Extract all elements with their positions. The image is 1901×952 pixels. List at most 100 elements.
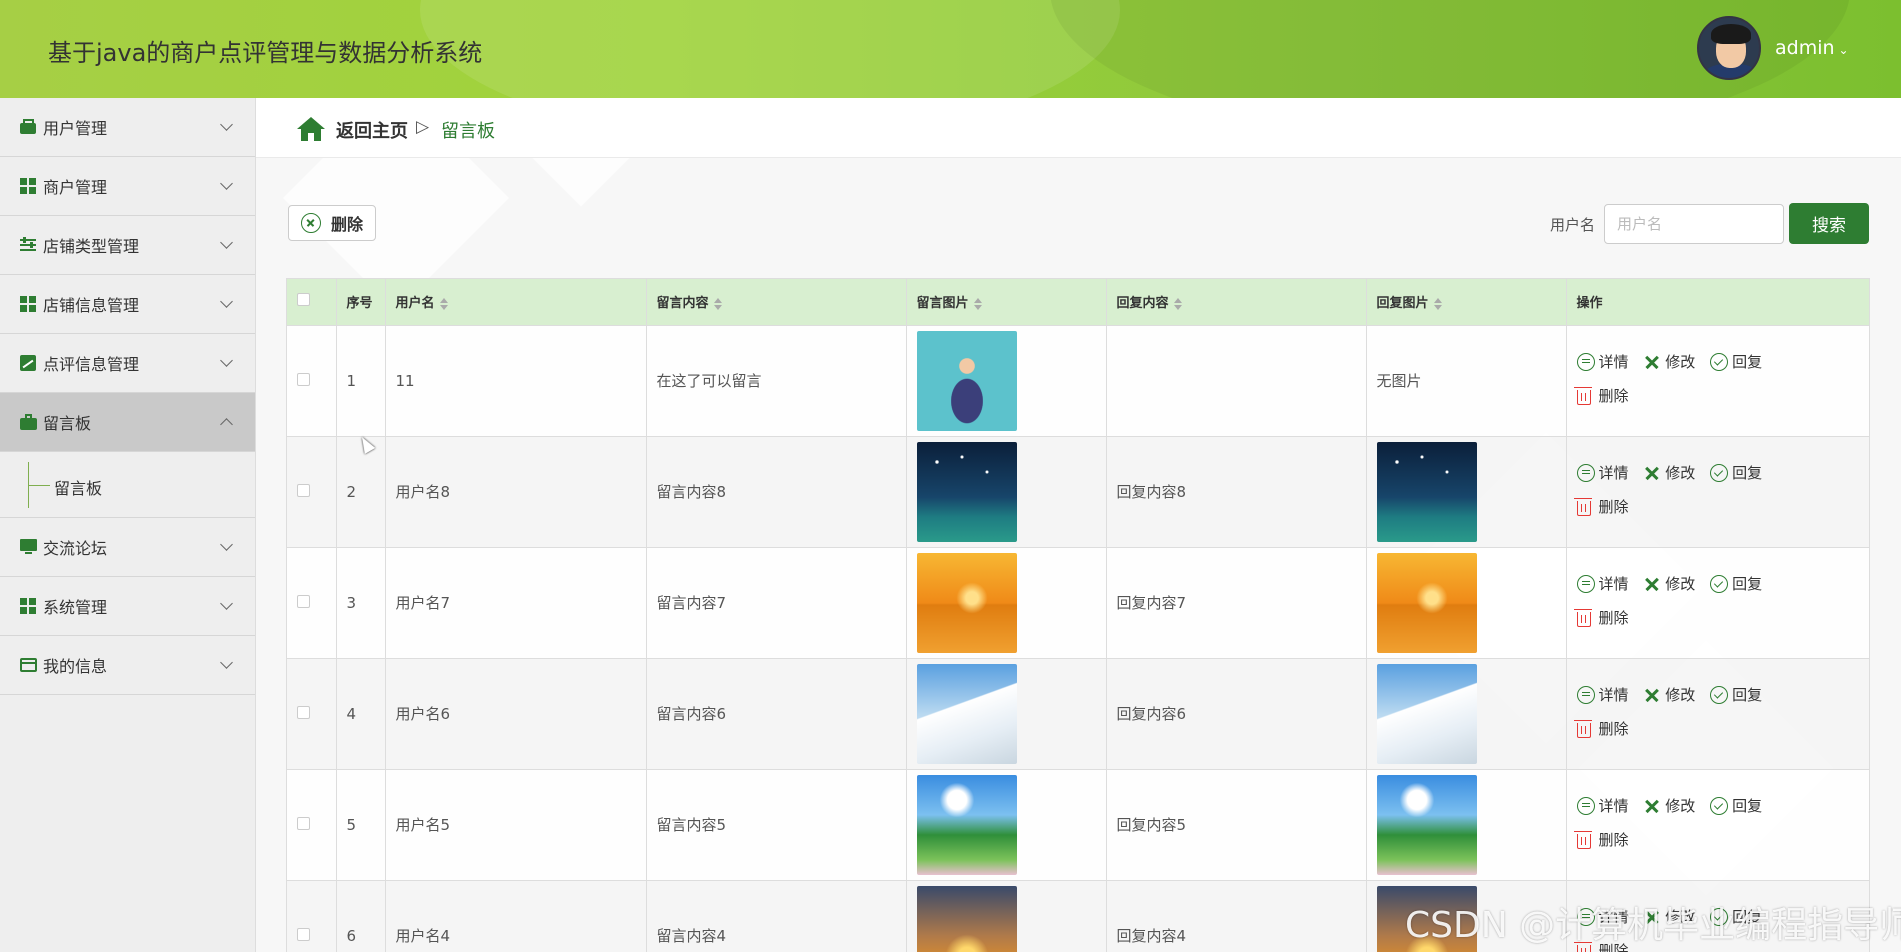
detail-button[interactable]: 详情 bbox=[1576, 347, 1629, 377]
row-checkbox[interactable] bbox=[297, 372, 310, 386]
delete-button[interactable]: 删除 bbox=[1573, 492, 1629, 522]
reply-image-thumbnail[interactable] bbox=[1376, 774, 1477, 875]
edit-button[interactable]: 修改 bbox=[1643, 458, 1695, 488]
delete-button[interactable]: 删除 bbox=[1573, 825, 1629, 855]
delete-button[interactable]: 删除 bbox=[1573, 381, 1629, 411]
row-checkbox[interactable] bbox=[297, 927, 310, 941]
delete-button[interactable]: 删除 bbox=[1573, 603, 1629, 633]
reply-image-cell bbox=[1366, 768, 1567, 880]
home-icon[interactable] bbox=[296, 116, 326, 142]
wrench-icon bbox=[1643, 464, 1661, 482]
message-image-thumbnail[interactable] bbox=[916, 441, 1017, 542]
row-select-cell bbox=[287, 435, 337, 547]
select-all-checkbox[interactable] bbox=[297, 293, 310, 307]
edit-button[interactable]: 修改 bbox=[1643, 569, 1695, 599]
sort-icon bbox=[713, 297, 722, 310]
detail-button[interactable]: 详情 bbox=[1576, 791, 1629, 821]
grid-icon bbox=[20, 296, 38, 312]
sort-icon bbox=[973, 297, 982, 310]
monitor-icon bbox=[20, 539, 38, 555]
reply-button[interactable]: 回复 bbox=[1710, 680, 1762, 710]
detail-button[interactable]: 详情 bbox=[1576, 569, 1629, 599]
message-image-thumbnail[interactable] bbox=[916, 885, 1017, 952]
row-checkbox[interactable] bbox=[297, 594, 310, 608]
message-image-thumbnail[interactable] bbox=[916, 663, 1017, 764]
row-checkbox[interactable] bbox=[297, 483, 310, 497]
search-button[interactable]: 搜索 bbox=[1789, 203, 1869, 244]
column-header-reply-image[interactable]: 回复图片 bbox=[1366, 279, 1567, 325]
select-all-cell bbox=[287, 279, 337, 325]
reply-image-thumbnail[interactable] bbox=[1376, 552, 1477, 653]
background-decoration bbox=[517, 158, 645, 207]
sidebar-item-label: 系统管理 bbox=[43, 598, 108, 617]
row-content: 留言内容6 bbox=[646, 657, 907, 769]
column-header-content[interactable]: 留言内容 bbox=[646, 279, 907, 325]
row-content: 留言内容5 bbox=[646, 768, 907, 880]
sidebar-item-system-management[interactable]: 系统管理 bbox=[0, 577, 255, 636]
reply-image-thumbnail[interactable] bbox=[1376, 663, 1477, 764]
reply-button[interactable]: 回复 bbox=[1710, 347, 1762, 377]
chart-icon bbox=[20, 355, 38, 371]
message-image-cell bbox=[906, 324, 1107, 436]
message-image-cell bbox=[906, 546, 1107, 658]
message-image-thumbnail[interactable] bbox=[916, 774, 1017, 875]
table-header-row: 序号 用户名 留言内容 留言图片 回复内容 回复图片 操作 bbox=[287, 279, 1869, 325]
column-header-image[interactable]: 留言图片 bbox=[906, 279, 1107, 325]
reply-button[interactable]: 回复 bbox=[1710, 791, 1762, 821]
row-select-cell bbox=[287, 546, 337, 658]
row-index: 1 bbox=[336, 324, 386, 436]
detail-button[interactable]: 详情 bbox=[1576, 458, 1629, 488]
detail-icon bbox=[1576, 574, 1595, 593]
reply-image-cell bbox=[1366, 657, 1567, 769]
message-image-thumbnail[interactable] bbox=[916, 552, 1017, 653]
row-content: 留言内容4 bbox=[646, 879, 907, 952]
column-header-reply[interactable]: 回复内容 bbox=[1106, 279, 1367, 325]
sliders-icon bbox=[20, 237, 38, 253]
detail-button[interactable]: 详情 bbox=[1576, 680, 1629, 710]
sidebar-item-message-board[interactable]: 留言板 bbox=[0, 393, 255, 452]
reply-image-thumbnail[interactable] bbox=[1376, 441, 1477, 542]
sidebar: 用户管理 商户管理 店铺类型管理 店铺信息管理 点评信息管理 留言板 留言板 交… bbox=[0, 98, 256, 952]
row-actions: 详情 修改 回复 删除 bbox=[1566, 657, 1869, 769]
sidebar-item-shop-info-management[interactable]: 店铺信息管理 bbox=[0, 275, 255, 334]
edit-button[interactable]: 修改 bbox=[1643, 680, 1695, 710]
avatar[interactable] bbox=[1697, 16, 1761, 80]
column-header-username[interactable]: 用户名 bbox=[385, 279, 647, 325]
sidebar-item-label: 店铺信息管理 bbox=[43, 296, 140, 315]
check-circle-icon bbox=[1710, 352, 1729, 371]
edit-button[interactable]: 修改 bbox=[1643, 791, 1695, 821]
search-input[interactable] bbox=[1604, 204, 1784, 244]
edit-button[interactable]: 修改 bbox=[1643, 347, 1695, 377]
user-menu[interactable]: admin ⌄ bbox=[1775, 37, 1849, 59]
reply-button[interactable]: 回复 bbox=[1710, 569, 1762, 599]
breadcrumb-home-link[interactable]: 返回主页 bbox=[336, 117, 408, 143]
row-content: 留言内容7 bbox=[646, 546, 907, 658]
row-index: 2 bbox=[336, 435, 386, 547]
sidebar-item-review-management[interactable]: 点评信息管理 bbox=[0, 334, 255, 393]
submenu-item-message-board[interactable]: 留言板 bbox=[54, 475, 102, 499]
row-actions: 详情 修改 回复 删除 bbox=[1566, 435, 1869, 547]
sidebar-item-forum[interactable]: 交流论坛 bbox=[0, 518, 255, 577]
sidebar-item-label: 商户管理 bbox=[43, 178, 108, 197]
row-index: 4 bbox=[336, 657, 386, 769]
batch-delete-button[interactable]: 删除 bbox=[288, 205, 376, 241]
delete-button[interactable]: 删除 bbox=[1573, 714, 1629, 744]
table-row: 2 用户名8 留言内容8 回复内容8 详情 修改 回复 删除 bbox=[287, 435, 1869, 547]
trash-icon bbox=[1573, 608, 1592, 627]
message-image-thumbnail[interactable] bbox=[916, 330, 1017, 431]
sidebar-item-user-management[interactable]: 用户管理 bbox=[0, 98, 255, 157]
sidebar-item-shop-type-management[interactable]: 店铺类型管理 bbox=[0, 216, 255, 275]
table-row: 4 用户名6 留言内容6 回复内容6 详情 修改 回复 删除 bbox=[287, 657, 1869, 769]
row-username: 用户名4 bbox=[385, 879, 647, 952]
sidebar-item-label: 我的信息 bbox=[43, 657, 108, 676]
batch-delete-label: 删除 bbox=[331, 215, 364, 234]
sort-icon bbox=[1433, 297, 1442, 310]
sidebar-item-my-info[interactable]: 我的信息 bbox=[0, 636, 255, 695]
row-checkbox[interactable] bbox=[297, 705, 310, 719]
sidebar-item-merchant-management[interactable]: 商户管理 bbox=[0, 157, 255, 216]
row-reply: 回复内容4 bbox=[1106, 879, 1367, 952]
briefcase-icon bbox=[20, 414, 38, 430]
reply-button[interactable]: 回复 bbox=[1710, 458, 1762, 488]
row-checkbox[interactable] bbox=[297, 816, 310, 830]
row-index: 6 bbox=[336, 879, 386, 952]
